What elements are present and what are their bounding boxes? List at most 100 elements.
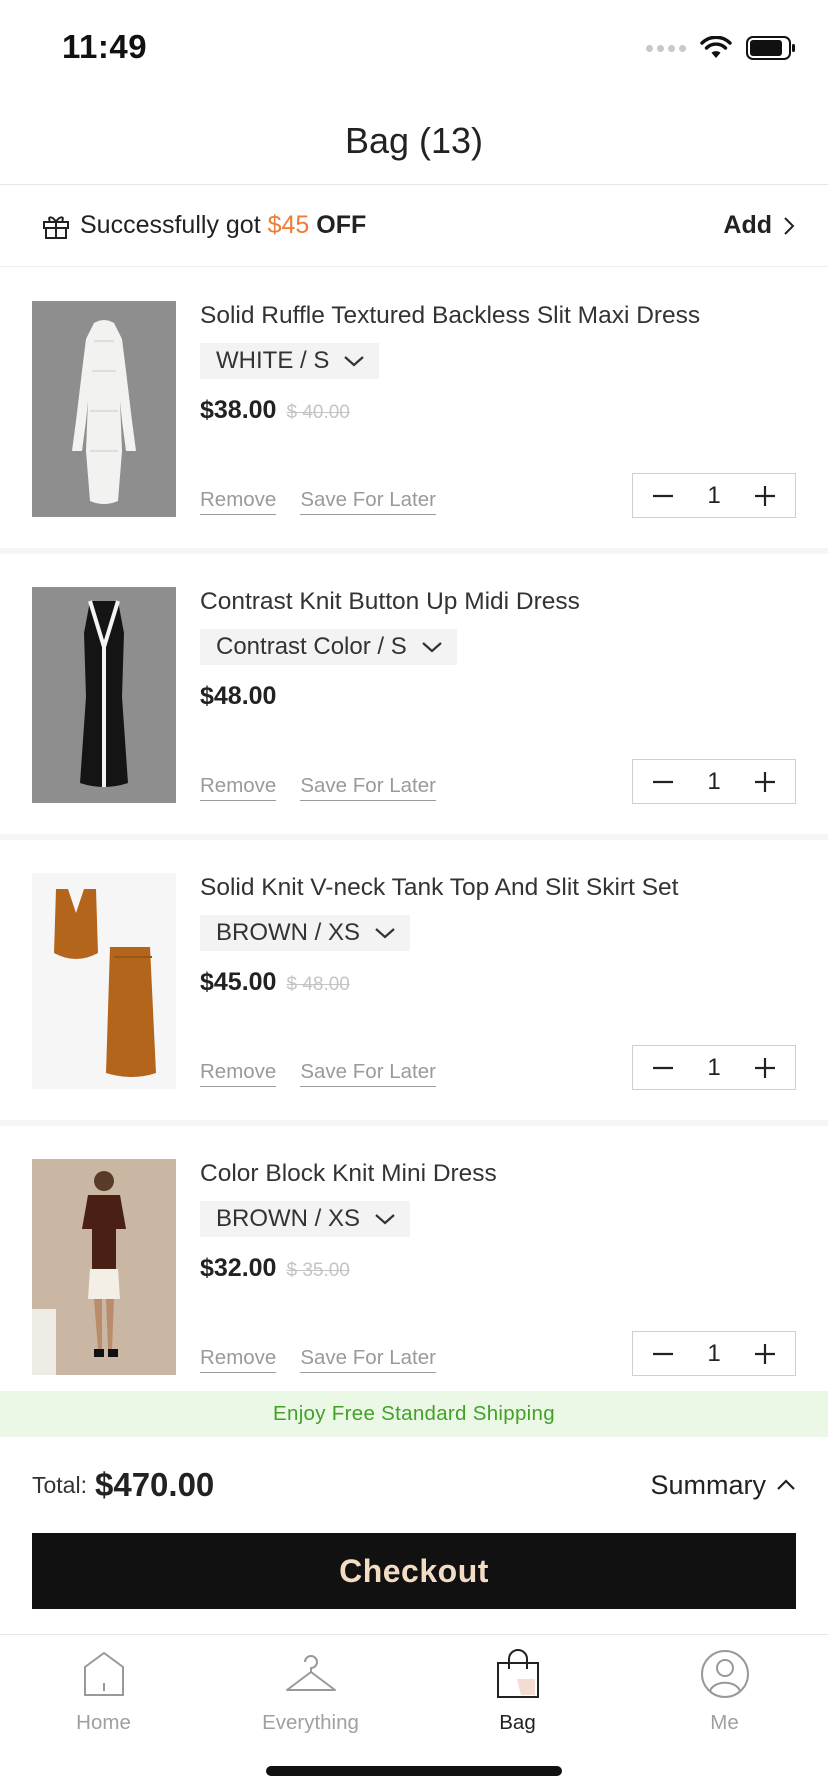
- variant-select[interactable]: Contrast Color / S: [200, 629, 457, 665]
- quantity-stepper: 1: [632, 759, 796, 804]
- bag-item: Solid Ruffle Textured Backless Slit Maxi…: [0, 268, 828, 554]
- page-title: Bag (13): [344, 120, 484, 161]
- tab-everything[interactable]: Everything: [207, 1635, 414, 1745]
- quantity-value: 1: [707, 767, 721, 795]
- save-for-later-button[interactable]: Save For Later: [300, 1346, 436, 1373]
- product-title[interactable]: Solid Ruffle Textured Backless Slit Maxi…: [200, 302, 700, 330]
- tab-label: Me: [710, 1711, 739, 1734]
- plus-icon[interactable]: [753, 770, 777, 794]
- item-actions: Remove Save For Later: [200, 1346, 436, 1373]
- promo-suffix: OFF: [316, 211, 367, 239]
- price: $48.00: [200, 682, 277, 710]
- minus-icon[interactable]: [651, 484, 675, 508]
- quantity-stepper: 1: [632, 1331, 796, 1376]
- remove-button[interactable]: Remove: [200, 774, 277, 801]
- bag-icon: [495, 1647, 541, 1701]
- chevron-up-icon: [777, 1479, 795, 1490]
- chevron-down-icon: [422, 642, 442, 653]
- status-time: 11:49: [62, 28, 148, 65]
- tab-label: Home: [76, 1711, 131, 1734]
- remove-button[interactable]: Remove: [200, 1060, 277, 1087]
- variant-label: WHITE / S: [216, 347, 330, 374]
- price: $32.00: [200, 1254, 277, 1282]
- price: $38.00: [200, 396, 277, 424]
- total-value: $470.00: [94, 1466, 215, 1503]
- product-image[interactable]: [32, 587, 176, 803]
- status-bar: 11:49: [0, 0, 828, 96]
- price-row: $32.00 $ 35.00: [200, 1254, 350, 1283]
- bag-item-list: Solid Ruffle Textured Backless Slit Maxi…: [0, 268, 828, 1412]
- promo-text: Successfully got $45 OFF: [80, 211, 366, 240]
- price: $45.00: [200, 968, 277, 996]
- variant-label: BROWN / XS: [216, 1205, 361, 1232]
- bag-item: Solid Knit V-neck Tank Top And Slit Skir…: [0, 840, 828, 1126]
- save-for-later-button[interactable]: Save For Later: [300, 488, 436, 515]
- original-price: $ 40.00: [286, 402, 350, 423]
- remove-button[interactable]: Remove: [200, 488, 277, 515]
- minus-icon[interactable]: [651, 770, 675, 794]
- product-title[interactable]: Color Block Knit Mini Dress: [200, 1160, 497, 1188]
- promo-amount: $45: [267, 211, 310, 239]
- plus-icon[interactable]: [753, 1342, 777, 1366]
- summary-label: Summary: [650, 1469, 766, 1500]
- item-actions: Remove Save For Later: [200, 488, 436, 515]
- plus-icon[interactable]: [753, 1056, 777, 1080]
- page-header: Bag (13): [0, 96, 828, 185]
- total-row: Total: $470.00 Summary: [0, 1437, 828, 1533]
- quantity-value: 1: [707, 481, 721, 509]
- chevron-right-icon: [784, 216, 795, 235]
- variant-select[interactable]: BROWN / XS: [200, 1201, 411, 1237]
- tab-label: Bag: [499, 1711, 536, 1734]
- plus-icon[interactable]: [753, 484, 777, 508]
- chevron-down-icon: [344, 356, 365, 367]
- home-icon: [82, 1647, 126, 1701]
- promo-bar[interactable]: Successfully got $45 OFF Add: [0, 185, 828, 267]
- product-title[interactable]: Contrast Knit Button Up Midi Dress: [200, 588, 580, 616]
- save-for-later-button[interactable]: Save For Later: [300, 1060, 436, 1087]
- chevron-down-icon: [375, 1214, 395, 1225]
- status-icons: [646, 36, 796, 60]
- price-row: $48.00: [200, 682, 276, 711]
- cellular-signal-icon: [646, 44, 686, 52]
- variant-label: Contrast Color / S: [216, 633, 407, 660]
- chevron-down-icon: [375, 928, 395, 939]
- hanger-icon: [283, 1647, 339, 1701]
- price-row: $45.00 $ 48.00: [200, 968, 350, 997]
- battery-icon: [746, 36, 795, 60]
- product-image[interactable]: [32, 873, 176, 1089]
- product-image[interactable]: [32, 1159, 176, 1375]
- home-indicator: [266, 1766, 562, 1776]
- checkout-button[interactable]: Checkout: [32, 1533, 796, 1609]
- user-icon: [700, 1647, 750, 1701]
- variant-label: BROWN / XS: [216, 919, 361, 946]
- promo-add-label: Add: [723, 211, 772, 239]
- remove-button[interactable]: Remove: [200, 1346, 277, 1373]
- variant-select[interactable]: BROWN / XS: [200, 915, 411, 951]
- product-image[interactable]: [32, 301, 176, 517]
- bag-item: Contrast Knit Button Up Midi Dress Contr…: [0, 554, 828, 840]
- variant-select[interactable]: WHITE / S: [200, 343, 380, 379]
- item-actions: Remove Save For Later: [200, 1060, 436, 1087]
- quantity-stepper: 1: [632, 473, 796, 518]
- bag-item: Color Block Knit Mini Dress BROWN / XS $…: [0, 1126, 828, 1412]
- tab-bag[interactable]: Bag: [414, 1635, 621, 1745]
- minus-icon[interactable]: [651, 1342, 675, 1366]
- product-title[interactable]: Solid Knit V-neck Tank Top And Slit Skir…: [200, 874, 678, 902]
- gift-icon: [43, 215, 69, 239]
- quantity-stepper: 1: [632, 1045, 796, 1090]
- promo-prefix: Successfully got: [80, 211, 261, 239]
- item-actions: Remove Save For Later: [200, 774, 436, 801]
- original-price: $ 35.00: [286, 1260, 350, 1281]
- free-shipping-banner: Enjoy Free Standard Shipping: [0, 1391, 828, 1437]
- promo-add-button[interactable]: Add: [723, 211, 796, 240]
- quantity-value: 1: [707, 1053, 721, 1081]
- quantity-value: 1: [707, 1339, 721, 1367]
- minus-icon[interactable]: [651, 1056, 675, 1080]
- tab-home[interactable]: Home: [0, 1635, 207, 1745]
- original-price: $ 48.00: [286, 974, 350, 995]
- summary-toggle[interactable]: Summary: [650, 1470, 796, 1501]
- price-row: $38.00 $ 40.00: [200, 396, 350, 425]
- save-for-later-button[interactable]: Save For Later: [300, 774, 436, 801]
- tab-label: Everything: [262, 1711, 359, 1734]
- tab-me[interactable]: Me: [621, 1635, 828, 1745]
